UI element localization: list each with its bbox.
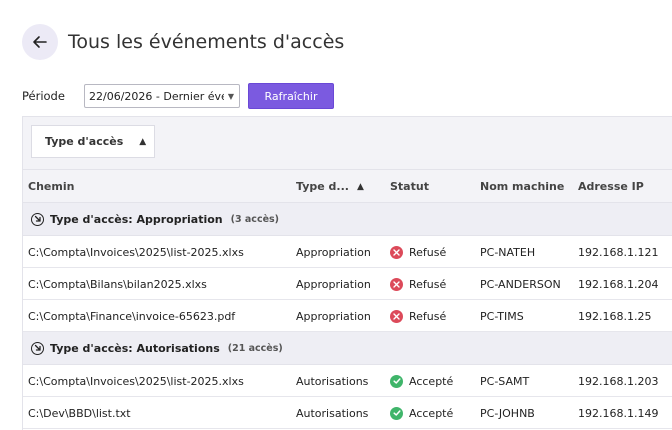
- cell-ip: 192.168.1.25: [578, 309, 652, 323]
- table-row[interactable]: C:\Dev\BBD\list.txt Autorisations Accept…: [23, 397, 672, 429]
- group-title: Type d'accès: Appropriation: [50, 212, 223, 226]
- accepted-icon: [390, 406, 403, 420]
- cell-status: Accepté: [390, 365, 453, 397]
- group-title: Type d'accès: Autorisations: [50, 341, 220, 355]
- cell-status: Refusé: [390, 300, 446, 332]
- cell-type: Autorisations: [296, 406, 369, 420]
- cell-status: Refusé: [390, 268, 446, 300]
- back-button[interactable]: [22, 24, 58, 60]
- cell-machine: PC-ANDERSON: [480, 277, 561, 291]
- period-label: Période: [22, 89, 65, 103]
- sort-asc-icon: ▲: [139, 136, 147, 147]
- group-count: (3 accès): [230, 213, 280, 225]
- status-text: Refusé: [409, 277, 447, 291]
- cell-path: C:\Dev\BBD\list.txt: [28, 406, 131, 420]
- cell-type: Appropriation: [296, 245, 371, 259]
- period-select-value: 22/06/2026 - Dernier évé...: [89, 89, 224, 103]
- refresh-button[interactable]: Rafraîchir: [248, 83, 334, 109]
- accepted-icon: [390, 374, 403, 388]
- status-text: Refusé: [409, 309, 447, 323]
- cell-path: C:\Compta\Invoices\2025\list-2025.xlxs: [28, 245, 244, 259]
- cell-machine: PC-NATEH: [480, 245, 536, 259]
- group-row-appropriation[interactable]: Type d'accès: Appropriation (3 accès): [23, 203, 672, 236]
- status-text: Accepté: [409, 406, 454, 420]
- refused-icon: [390, 277, 403, 291]
- cell-path: C:\Compta\Bilans\bilan2025.xlxs: [28, 277, 207, 291]
- collapse-group-icon[interactable]: [31, 341, 44, 355]
- column-header-ip[interactable]: Adresse IP: [578, 170, 644, 203]
- cell-machine: PC-TIMS: [480, 309, 524, 323]
- cell-ip: 192.168.1.203: [578, 374, 659, 388]
- collapse-group-icon[interactable]: [31, 212, 44, 226]
- cell-machine: PC-SAMT: [480, 374, 530, 388]
- group-chip-access-type[interactable]: Type d'accès ▲: [31, 125, 155, 158]
- table-row[interactable]: C:\Compta\Finance\invoice-65623.pdf Appr…: [23, 300, 672, 332]
- column-header-type[interactable]: Type d... ▲: [296, 170, 364, 203]
- cell-ip: 192.168.1.149: [578, 406, 659, 420]
- cell-machine: PC-JOHNB: [480, 406, 535, 420]
- column-header-status[interactable]: Statut: [390, 170, 429, 203]
- sort-asc-icon: ▲: [356, 181, 364, 192]
- group-row-autorisations[interactable]: Type d'accès: Autorisations (21 accès): [23, 332, 672, 365]
- table-row[interactable]: C:\Compta\Invoices\2025\list-2025.xlxs A…: [23, 365, 672, 397]
- table-row[interactable]: C:\Compta\Bilans\bilan2025.xlxs Appropri…: [23, 268, 672, 300]
- page-title: Tous les événements d'accès: [68, 31, 345, 53]
- cell-status: Accepté: [390, 397, 453, 429]
- column-header-type-label: Type d...: [296, 180, 349, 193]
- cell-type: Appropriation: [296, 277, 371, 291]
- cell-path: C:\Compta\Invoices\2025\list-2025.xlxs: [28, 374, 244, 388]
- page-header: Tous les événements d'accès: [22, 24, 344, 60]
- table-row[interactable]: C:\Compta\Invoices\2025\list-2025.xlxs A…: [23, 236, 672, 268]
- status-text: Refusé: [409, 245, 447, 259]
- cell-type: Autorisations: [296, 374, 369, 388]
- column-header-path[interactable]: Chemin: [28, 170, 74, 203]
- chevron-down-icon: ▼: [227, 91, 234, 101]
- cell-path: C:\Compta\Finance\invoice-65623.pdf: [28, 309, 236, 323]
- group-panel: Type d'accès ▲: [23, 117, 672, 170]
- refused-icon: [390, 245, 403, 259]
- column-header-machine[interactable]: Nom machine: [480, 170, 564, 203]
- cell-status: Refusé: [390, 236, 446, 268]
- access-events-grid: Type d'accès ▲ Chemin Type d... ▲ Statut…: [22, 116, 672, 430]
- group-count: (21 accès): [227, 342, 283, 354]
- cell-ip: 192.168.1.121: [578, 245, 659, 259]
- period-filter: Période 22/06/2026 - Dernier évé... ▼ Ra…: [22, 83, 334, 109]
- refused-icon: [390, 309, 403, 323]
- group-chip-label: Type d'accès: [45, 135, 124, 148]
- status-text: Accepté: [409, 374, 454, 388]
- arrow-left-icon: [33, 36, 47, 48]
- period-select[interactable]: 22/06/2026 - Dernier évé... ▼: [84, 84, 240, 108]
- column-header-row: Chemin Type d... ▲ Statut Nom machine Ad…: [23, 170, 672, 203]
- cell-ip: 192.168.1.204: [578, 277, 659, 291]
- cell-type: Appropriation: [296, 309, 371, 323]
